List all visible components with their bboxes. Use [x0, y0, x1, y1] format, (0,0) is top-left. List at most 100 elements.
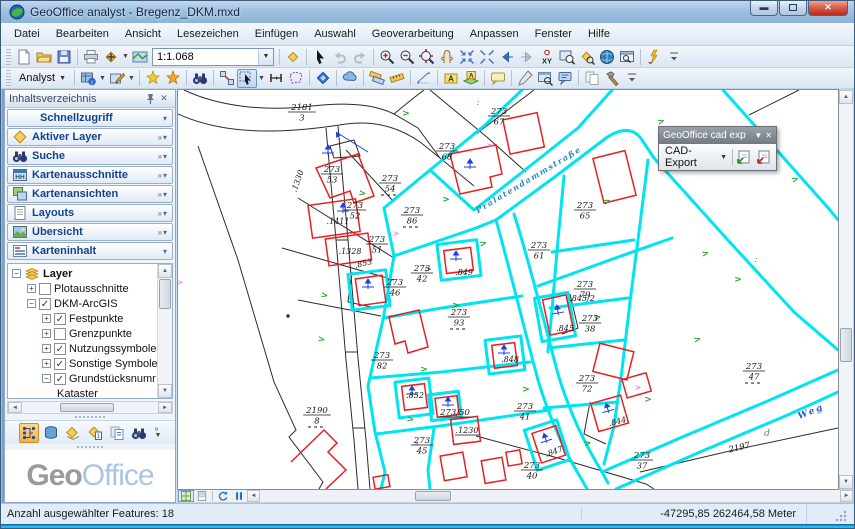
- undo-icon[interactable]: [330, 47, 350, 66]
- select-arrow-icon[interactable]: [310, 47, 330, 66]
- sidebar-section-aktiverlayer[interactable]: Aktiver Layer»▾: [7, 128, 173, 146]
- sidebar-section-kartenausschnitte[interactable]: HHKartenausschnitte»▾: [7, 166, 173, 184]
- copy-layers-icon[interactable]: [107, 423, 127, 443]
- flash-feature-icon[interactable]: [143, 69, 163, 88]
- minimize-button[interactable]: ▬: [750, 1, 778, 16]
- refresh-icon[interactable]: [215, 490, 231, 502]
- identify-diamond-icon[interactable]: [313, 69, 333, 88]
- zoom-out-icon[interactable]: [397, 47, 417, 66]
- viewer-window-icon[interactable]: [617, 47, 637, 66]
- dropdown-arrow[interactable]: ▼: [98, 69, 107, 88]
- tree-item-grundstcksnumr[interactable]: −✓Grundstücksnumr: [8, 371, 157, 386]
- save-icon[interactable]: [54, 47, 74, 66]
- toolbar-close-icon[interactable]: ✕: [765, 131, 772, 140]
- label-layers-icon[interactable]: A: [461, 69, 481, 88]
- layer-checkbox[interactable]: ✓: [54, 358, 66, 370]
- title-bar[interactable]: GeoOffice analyst - Bregenz_DKM.mxd ▬ ✕: [1, 1, 854, 23]
- globe-icon[interactable]: [597, 47, 617, 66]
- scale-input[interactable]: [153, 51, 258, 63]
- close-button[interactable]: ✕: [808, 1, 848, 16]
- layer-page-icon[interactable]: 1: [85, 423, 105, 443]
- cad-export-toolbar[interactable]: GeoOffice cad exp ▼ ✕ CAD-Export▼: [658, 126, 777, 171]
- xy-icon[interactable]: XY: [537, 47, 557, 66]
- pan-hand-icon[interactable]: [437, 47, 457, 66]
- expand-icon[interactable]: +: [42, 314, 51, 323]
- tree-item-grenzpunkte[interactable]: +Grenzpunkte: [8, 326, 157, 341]
- section-chevrons[interactable]: »▾: [158, 152, 168, 161]
- map-canvas[interactable]: >>>>>>>>>>>>>>>>>>>>d::>>>>> 21813273672…: [177, 89, 839, 490]
- toolbar-options-icon[interactable]: ▼: [754, 131, 762, 140]
- binoculars-icon[interactable]: [129, 423, 149, 443]
- data-view-icon[interactable]: [178, 490, 194, 502]
- cad-export-red-icon[interactable]: [755, 148, 773, 167]
- section-chevrons[interactable]: »▾: [158, 171, 168, 180]
- pin-icon[interactable]: [143, 92, 157, 106]
- scale-combobox[interactable]: ▼: [152, 48, 274, 66]
- map-vertical-scrollbar[interactable]: ▲ ▼: [839, 89, 854, 490]
- toolbar-grip[interactable]: [6, 49, 11, 65]
- layer-checkbox[interactable]: ✓: [54, 313, 66, 325]
- pause-icon[interactable]: [231, 490, 247, 502]
- zoom-in-icon[interactable]: [377, 47, 397, 66]
- section-chevrons[interactable]: »▾: [158, 190, 168, 199]
- map-scale-icon[interactable]: [130, 47, 150, 66]
- menu-item-lesezeichen[interactable]: Lesezeichen: [170, 25, 246, 43]
- dropdown-arrow[interactable]: ▼: [257, 69, 266, 88]
- edit-icon[interactable]: [107, 69, 127, 88]
- layer-db-icon[interactable]: [41, 423, 61, 443]
- tree-item-kataster[interactable]: Kataster: [8, 386, 157, 398]
- close-panel-icon[interactable]: ✕: [157, 92, 171, 106]
- layer-checkbox[interactable]: ✓: [39, 298, 51, 310]
- identify-window-icon[interactable]: [535, 69, 555, 88]
- dropdown-arrow[interactable]: ▼: [121, 47, 130, 66]
- ruler-double-icon[interactable]: [367, 69, 387, 88]
- add-theme-icon[interactable]: i: [78, 69, 98, 88]
- section-chevrons[interactable]: »▾: [158, 228, 168, 237]
- menu-item-fenster[interactable]: Fenster: [528, 25, 579, 43]
- label-a-icon[interactable]: A: [441, 69, 461, 88]
- tree-item-nutzungssymbole[interactable]: +✓Nutzungssymbole: [8, 341, 157, 356]
- layer-checkbox[interactable]: [39, 283, 51, 295]
- flash-feature2-icon[interactable]: [163, 69, 183, 88]
- tree-item-dkmarcgis[interactable]: −✓DKM-ArcGIS: [8, 296, 157, 311]
- new-document-icon[interactable]: [14, 47, 34, 66]
- hyperlink-icon[interactable]: [644, 47, 664, 66]
- pan-to-selection-icon[interactable]: [283, 47, 303, 66]
- menu-item-auswahl[interactable]: Auswahl: [307, 25, 363, 43]
- tree-item-plotausschnitte[interactable]: +Plotausschnitte: [8, 281, 157, 296]
- section-chevrons[interactable]: »▾: [158, 133, 168, 142]
- cad-export-green-icon[interactable]: [735, 148, 753, 167]
- map-hscroll-thumb[interactable]: [415, 491, 451, 501]
- magnifier-window-icon[interactable]: [557, 47, 577, 66]
- link-selection-icon[interactable]: [217, 69, 237, 88]
- menu-item-hilfe[interactable]: Hilfe: [581, 25, 617, 43]
- ruler-icon[interactable]: [387, 69, 407, 88]
- callout-icon[interactable]: [555, 69, 575, 88]
- dropdown-arrow[interactable]: ▼: [127, 69, 136, 88]
- dimension-icon[interactable]: [414, 69, 434, 88]
- tree-item-sonstigesymbole[interactable]: +✓Sonstige Symbole: [8, 356, 157, 371]
- layout-view-icon[interactable]: [194, 490, 210, 502]
- map-horizontal-scrollbar[interactable]: ◄ ►: [177, 490, 854, 503]
- toolbar-overflow-icon[interactable]: [622, 69, 642, 88]
- copy-icon[interactable]: [582, 69, 602, 88]
- section-chevrons[interactable]: ▾: [163, 114, 168, 123]
- layers-diamond-icon[interactable]: [63, 423, 83, 443]
- section-chevrons[interactable]: ▾: [163, 247, 168, 256]
- sidebar-section-suche[interactable]: Suche»▾: [7, 147, 173, 165]
- tree-view-icon[interactable]: [19, 423, 39, 443]
- sidebar-section-bersicht[interactable]: Übersicht»▾: [7, 223, 173, 241]
- section-chevrons[interactable]: »▾: [158, 209, 168, 218]
- collapse-icon[interactable]: −: [42, 374, 51, 383]
- expand-icon[interactable]: +: [42, 344, 51, 353]
- scale-dropdown-arrow[interactable]: ▼: [258, 49, 273, 65]
- toolbar-overflow-icon[interactable]: [664, 47, 684, 66]
- spatial-bookmark-icon[interactable]: [577, 47, 597, 66]
- print-icon[interactable]: [81, 47, 101, 66]
- zoom-whole-icon[interactable]: [417, 47, 437, 66]
- layer-checkbox[interactable]: [54, 328, 66, 340]
- back-icon[interactable]: [497, 47, 517, 66]
- maximize-button[interactable]: [779, 1, 807, 16]
- open-folder-icon[interactable]: [34, 47, 54, 66]
- tree-horizontal-scrollbar[interactable]: ◄ ►: [7, 401, 173, 414]
